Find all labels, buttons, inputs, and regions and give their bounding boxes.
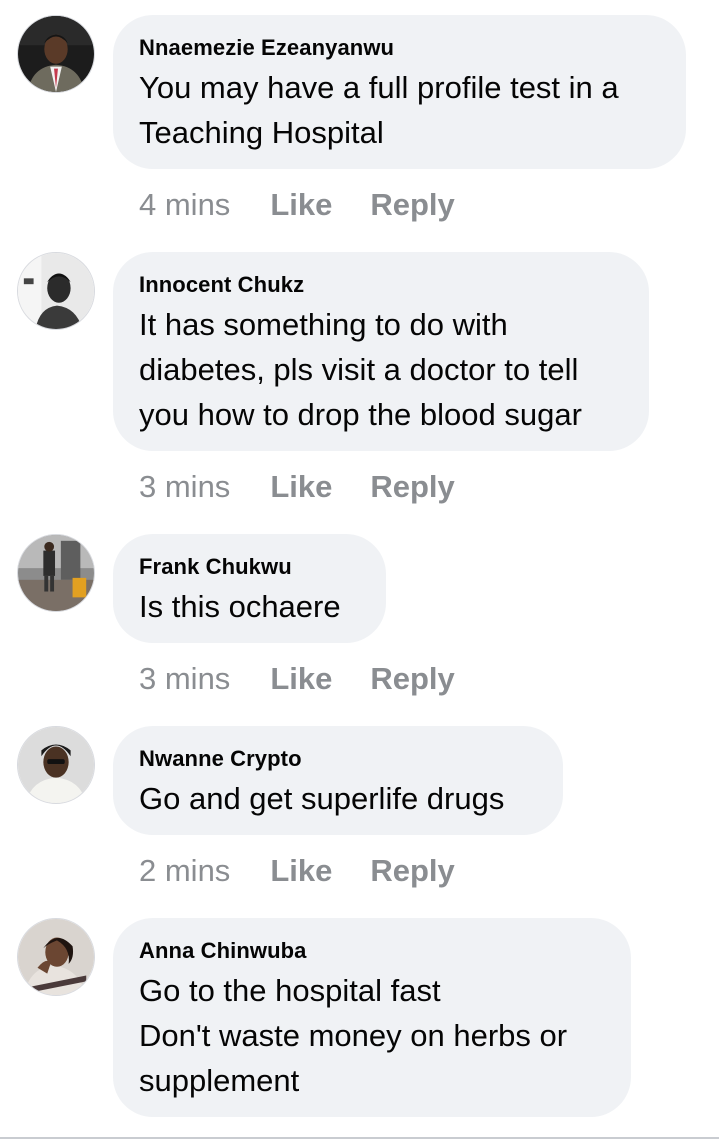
comment-author[interactable]: Frank Chukwu bbox=[139, 554, 360, 580]
comment-timestamp[interactable]: 4 mins bbox=[139, 187, 230, 223]
comment-author[interactable]: Nnaemezie Ezeanyanwu bbox=[139, 35, 660, 61]
reply-button[interactable]: Reply bbox=[370, 469, 454, 505]
comment-bubble: Innocent Chukz It has something to do wi… bbox=[113, 252, 649, 451]
reply-button[interactable]: Reply bbox=[370, 187, 454, 223]
comment-text: You may have a full profile test in a Te… bbox=[139, 70, 619, 150]
comment-actions: 3 mins Like Reply bbox=[139, 467, 455, 507]
comment-author[interactable]: Innocent Chukz bbox=[139, 272, 623, 298]
avatar[interactable] bbox=[17, 534, 95, 612]
profile-photo bbox=[18, 16, 94, 92]
profile-photo bbox=[18, 535, 94, 611]
profile-photo bbox=[18, 253, 94, 329]
comment-timestamp[interactable]: 3 mins bbox=[139, 469, 230, 505]
comment-bubble: Anna Chinwuba Go to the hospital fast Do… bbox=[113, 918, 631, 1117]
profile-photo bbox=[18, 919, 94, 995]
comment-timestamp[interactable]: 3 mins bbox=[139, 661, 230, 697]
comment-timestamp[interactable]: 2 mins bbox=[139, 853, 230, 889]
reply-button[interactable]: Reply bbox=[370, 661, 454, 697]
like-button[interactable]: Like bbox=[270, 469, 332, 505]
avatar[interactable] bbox=[17, 918, 95, 996]
comment-bubble: Nwanne Crypto Go and get superlife drugs bbox=[113, 726, 563, 835]
comment-text: Go and get superlife drugs bbox=[139, 781, 505, 816]
comment-actions: 2 mins Like Reply bbox=[139, 851, 455, 891]
like-button[interactable]: Like bbox=[270, 853, 332, 889]
like-button[interactable]: Like bbox=[270, 661, 332, 697]
comment-text: It has something to do with diabetes, pl… bbox=[139, 307, 582, 432]
avatar[interactable] bbox=[17, 252, 95, 330]
comment-author[interactable]: Nwanne Crypto bbox=[139, 746, 537, 772]
like-button[interactable]: Like bbox=[270, 187, 332, 223]
comment-text: Is this ochaere bbox=[139, 589, 341, 624]
comment-actions: 4 mins Like Reply bbox=[139, 185, 455, 225]
comment-bubble: Nnaemezie Ezeanyanwu You may have a full… bbox=[113, 15, 686, 169]
avatar[interactable] bbox=[17, 15, 95, 93]
reply-button[interactable]: Reply bbox=[370, 853, 454, 889]
comment-author[interactable]: Anna Chinwuba bbox=[139, 938, 605, 964]
avatar[interactable] bbox=[17, 726, 95, 804]
comment-actions: 3 mins Like Reply bbox=[139, 659, 455, 699]
profile-photo bbox=[18, 727, 94, 803]
comment-bubble: Frank Chukwu Is this ochaere bbox=[113, 534, 386, 643]
comment-text: Go to the hospital fast Don't waste mone… bbox=[139, 973, 568, 1098]
divider bbox=[0, 1137, 719, 1139]
